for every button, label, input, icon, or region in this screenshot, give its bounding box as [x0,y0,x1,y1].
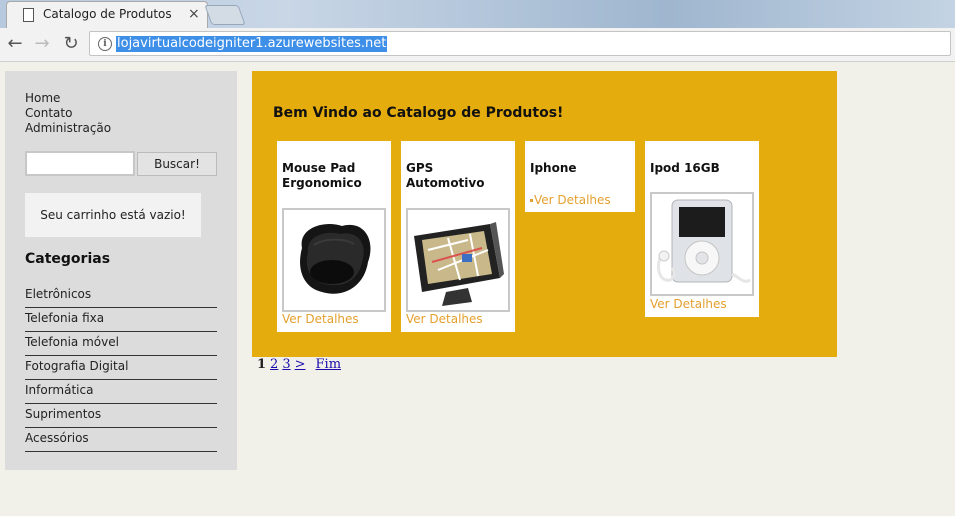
page-link-3[interactable]: 3 [282,357,290,372]
product-name[interactable]: Mouse Pad Ergonomico [282,161,386,191]
reload-icon[interactable]: ↻ [60,32,82,56]
view-details-link[interactable]: Ver Detalhes [650,297,727,311]
page-last-link[interactable]: Fim [316,357,342,372]
back-arrow-icon[interactable]: ← [4,32,26,56]
product-name[interactable]: GPS Automotivo [406,161,510,191]
sidebar: Home Contato Administração Buscar! Seu c… [5,71,237,470]
category-item-eletronicos[interactable]: Eletrônicos [25,284,217,308]
categories-heading: Categorias [25,251,111,267]
category-item-telefonia-movel[interactable]: Telefonia móvel [25,332,217,356]
product-image-ipod[interactable] [650,192,754,296]
category-list: Eletrônicos Telefonia fixa Telefonia móv… [25,284,217,452]
page-title: Bem Vindo ao Catalogo de Produtos! [273,105,564,121]
page-next-link[interactable]: > [295,357,306,372]
search-input[interactable] [25,151,135,176]
view-details-link[interactable]: Ver Detalhes [534,193,611,207]
cart-status: Seu carrinho está vazio! [25,193,201,237]
address-bar-url[interactable]: lojavirtualcodeigniter1.azurewebsites.ne… [116,36,388,52]
catalog-panel: Bem Vindo ao Catalogo de Produtos! Mouse… [252,71,837,357]
product-name[interactable]: Ipod 16GB [650,161,754,176]
tab-title: Catalogo de Produtos | H [43,7,173,21]
pagination: 1 2 3 > Fim [257,357,345,372]
category-item-acessorios[interactable]: Acessórios [25,428,217,452]
browser-tab-active[interactable]: Catalogo de Produtos | H × [6,1,208,29]
tab-close-icon[interactable]: × [188,6,200,22]
product-card-ipod: Ipod 16GB Ver Detalhes [645,141,759,317]
category-item-suprimentos[interactable]: Suprimentos [25,404,217,428]
nav-administracao-link[interactable]: Administração [25,121,111,136]
top-nav: Home Contato Administração [25,91,111,136]
broken-image-icon [530,199,533,202]
view-details-link[interactable]: Ver Detalhes [406,312,483,326]
browser-titlebar: Catalogo de Produtos | H × [0,0,955,29]
category-item-informatica[interactable]: Informática [25,380,217,404]
category-item-telefonia-fixa[interactable]: Telefonia fixa [25,308,217,332]
nav-home-link[interactable]: Home [25,91,111,106]
address-bar[interactable]: i lojavirtualcodeigniter1.azurewebsites.… [89,31,951,56]
product-image-gps[interactable] [406,208,510,312]
category-item-fotografia-digital[interactable]: Fotografia Digital [25,356,217,380]
page-link-2[interactable]: 2 [270,357,278,372]
info-icon[interactable]: i [98,37,112,51]
search-button[interactable]: Buscar! [137,152,217,176]
product-name[interactable]: Iphone [530,161,634,176]
product-card-mouse-pad: Mouse Pad Ergonomico Ver Detalhes [277,141,391,332]
page-icon [23,8,34,22]
page-current: 1 [257,357,267,372]
product-image-mouse-pad[interactable] [282,208,386,312]
view-details-link[interactable]: Ver Detalhes [282,312,359,326]
product-card-iphone: Iphone Ver Detalhes [525,141,635,212]
product-card-gps: GPS Automotivo Ver Detalhes [401,141,515,332]
browser-toolbar: ← → ↻ i lojavirtualcodeigniter1.azureweb… [0,28,955,62]
nav-contato-link[interactable]: Contato [25,106,111,121]
new-tab-button[interactable] [204,5,246,25]
forward-arrow-icon[interactable]: → [31,32,53,56]
